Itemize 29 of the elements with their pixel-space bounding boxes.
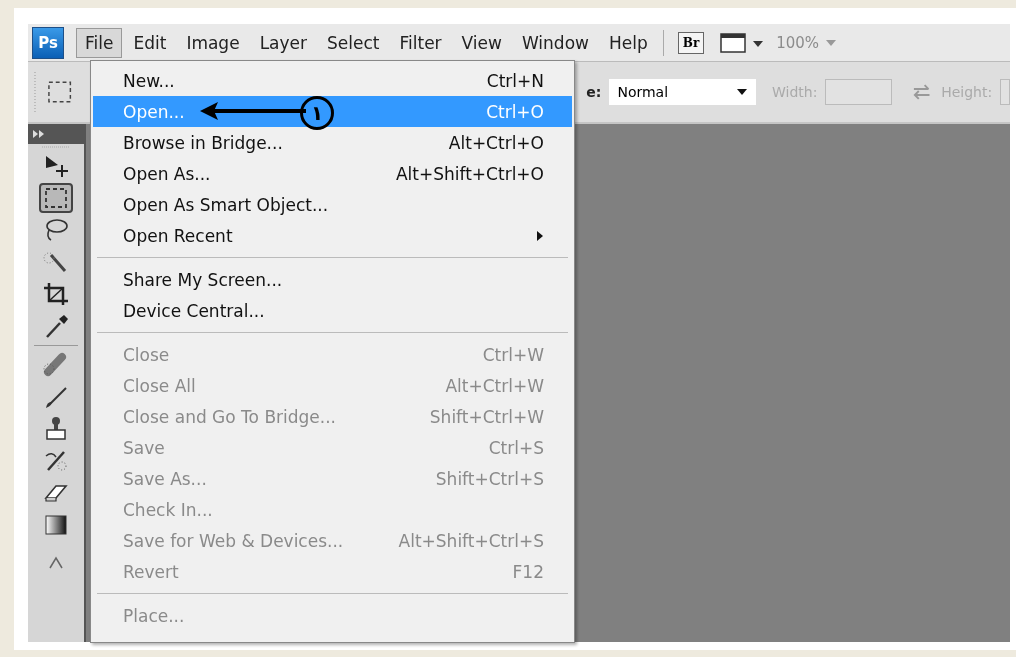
menu-entry[interactable]: Open As... Alt+Shift+Ctrl+O: [93, 158, 572, 189]
menu-item[interactable]: View: [452, 27, 511, 58]
submenu-arrow-icon: [536, 229, 544, 242]
menu-item[interactable]: Select: [318, 27, 389, 58]
menu-item[interactable]: Image: [177, 27, 249, 58]
menu-entry[interactable]: Share My Screen...: [93, 264, 572, 295]
menu-entry[interactable]: New... Ctrl+N: [93, 65, 572, 96]
menu-item[interactable]: File: [76, 27, 123, 58]
style-dropdown[interactable]: Normal: [609, 79, 757, 105]
menu-item[interactable]: Layer: [250, 27, 317, 58]
menu-entry[interactable]: Open Recent: [93, 220, 572, 251]
expand-icon[interactable]: [32, 129, 46, 139]
grip-icon: [32, 72, 38, 112]
height-field[interactable]: [1000, 79, 1010, 105]
menu-item[interactable]: Help: [599, 27, 657, 58]
caret-icon: [736, 88, 749, 96]
menu-entry[interactable]: Open As Smart Object...: [93, 189, 572, 220]
marquee-tool-icon[interactable]: [39, 183, 73, 213]
menu-entry[interactable]: Device Central...: [93, 295, 572, 326]
app-logo[interactable]: Ps: [32, 26, 64, 59]
screen-mode-icon[interactable]: [720, 31, 765, 54]
style-label: e:: [586, 84, 602, 100]
menu-item[interactable]: Edit: [124, 27, 176, 58]
menu-entry[interactable]: Browse in Bridge... Alt+Ctrl+O: [93, 127, 572, 158]
width-field[interactable]: [825, 79, 892, 105]
menu-item[interactable]: Filter: [390, 27, 451, 58]
menu-item[interactable]: Window: [512, 27, 598, 58]
bridge-button[interactable]: Br: [677, 31, 705, 54]
step-number: ١: [300, 96, 334, 130]
